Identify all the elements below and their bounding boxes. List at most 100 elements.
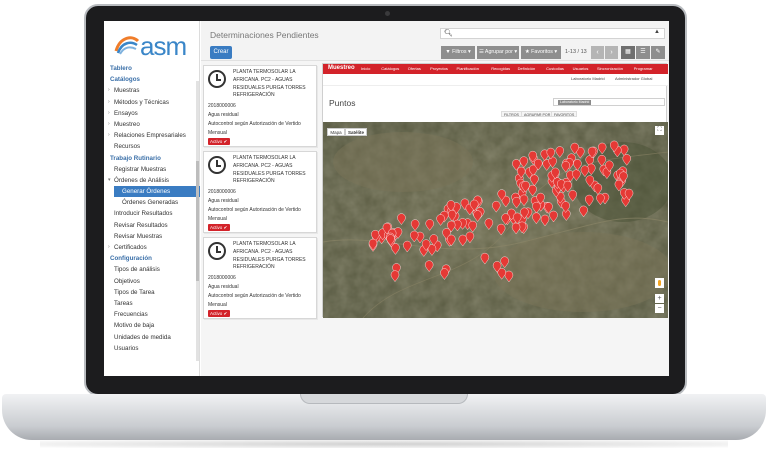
sidebar-item-label: Generar Órdenes — [122, 188, 171, 196]
filter-icon: ▼ — [445, 49, 451, 55]
sidebar-item[interactable]: Frecuencias — [104, 309, 200, 320]
zoom-in-button[interactable]: + — [655, 294, 664, 303]
map-tab-map[interactable]: Mapa — [327, 128, 345, 136]
search-facet-chip[interactable]: Laboratorio Madrid — [558, 100, 592, 105]
group-by-label: Agrupar por — [484, 49, 513, 55]
clock-icon — [208, 242, 226, 260]
fullscreen-icon[interactable]: ⛶ — [655, 126, 664, 135]
sidebar-item-label: Configuración — [110, 255, 152, 263]
sidebar-item-label: Tipos de análisis — [114, 266, 160, 274]
search-input[interactable] — [440, 28, 665, 39]
app-brand: Muestreo — [328, 65, 355, 71]
sidebar-item-label: Órdenes de Análisis — [114, 176, 170, 184]
sidebar-item-label: Revisar Muestras — [114, 232, 163, 240]
sidebar: asm Tablero Catálogos › Muestras › Métodos y … — [104, 21, 200, 376]
status-badge[interactable]: Activo ✔ — [208, 224, 230, 231]
sidebar-item[interactable]: Catálogos — [104, 74, 200, 85]
sidebar-item[interactable]: Registrar Muestras — [104, 164, 200, 175]
sidebar-scrollbar[interactable] — [196, 81, 199, 361]
map-tab-satellite[interactable]: Satélite — [345, 128, 367, 136]
app-menu-item[interactable]: Proyectos — [430, 66, 448, 71]
create-button[interactable]: Crear — [210, 46, 232, 59]
kanban-view-button[interactable]: ▦ — [621, 46, 635, 59]
sidebar-item-label: Certificados — [114, 244, 147, 251]
sidebar-item[interactable]: Tareas — [104, 298, 200, 309]
sidebar-item[interactable]: › Relaciones Empresariales — [104, 130, 200, 141]
sidebar-item[interactable]: Tablero — [104, 63, 200, 74]
sidebar-item[interactable]: Tipos de análisis — [104, 264, 200, 275]
sidebar-item[interactable]: ▾ Órdenes de Análisis — [104, 175, 200, 186]
app-menu-item[interactable]: Usuarios — [573, 66, 589, 71]
filters-label: Filtros — [452, 49, 467, 55]
company-selector[interactable]: Laboratorio Madrid — [571, 76, 605, 81]
chevron-down-icon: ▾ — [108, 176, 111, 183]
form-view-button[interactable]: ✎ — [651, 46, 665, 59]
clock-icon — [208, 70, 226, 88]
card-title: PLANTA TERMOSOLAR LA AFRICANA. PC2 - AGU… — [233, 241, 306, 271]
sidebar-item-label: Tareas — [114, 299, 133, 307]
app-menu-item[interactable]: Sincronización — [597, 66, 623, 71]
sidebar-item[interactable]: Revisar Muestras — [104, 231, 200, 242]
chevron-right-icon: › — [108, 98, 110, 105]
user-menu[interactable]: Administrador Global — [615, 76, 652, 81]
sidebar-item[interactable]: Revisar Resultados — [104, 220, 200, 231]
sidebar-item[interactable]: Tipos de Tarea — [104, 287, 200, 298]
sidebar-item[interactable]: Motivo de baja — [104, 320, 200, 331]
sidebar-item[interactable]: Introducir Resultados — [104, 208, 200, 219]
sidebar-item[interactable]: Recursos — [104, 141, 200, 152]
scrollbar-thumb[interactable] — [196, 161, 199, 281]
status-badge[interactable]: Activo ✔ — [208, 310, 230, 317]
sidebar-item-label: Motivo de baja — [114, 322, 155, 330]
card-frequency: Mensual — [208, 302, 227, 308]
favorites-button[interactable]: ★ Favoritos ▾ — [521, 46, 561, 59]
pager-prev-button[interactable]: ‹ — [591, 46, 604, 59]
map-canvas[interactable] — [323, 122, 668, 318]
app-menu-item[interactable]: Ofertas — [408, 66, 421, 71]
satellite-map[interactable]: Mapa Satélite ⛶ + − — [323, 122, 668, 318]
sidebar-item[interactable]: › Muestras — [104, 85, 200, 96]
inner-group-by-button[interactable]: AGRUPAR POR — [521, 111, 554, 117]
app-menu-item[interactable]: Inicio — [361, 66, 370, 71]
group-icon: ☰ — [478, 49, 484, 55]
sidebar-item[interactable]: Objetivos — [104, 276, 200, 287]
sidebar-item[interactable]: › Certificados — [104, 242, 200, 253]
filters-button[interactable]: ▼ Filtros ▾ — [441, 46, 475, 59]
kanban-card[interactable]: PLANTA TERMOSOLAR LA AFRICANA. PC2 - AGU… — [203, 237, 317, 319]
control-panel: Determinaciones Pendientes 🔍︎ ▲ Crear ▼ … — [201, 21, 669, 61]
street-view-icon[interactable] — [655, 278, 664, 288]
pager-next-button[interactable]: › — [605, 46, 618, 59]
logo-text: asm — [140, 31, 187, 61]
app-menu-item[interactable]: Definición — [518, 66, 536, 71]
list-view-button[interactable]: ☰ — [636, 46, 650, 59]
sidebar-item[interactable]: Órdenes Generadas — [104, 197, 200, 208]
app-menu-item[interactable]: Programar — [634, 66, 653, 71]
card-title: PLANTA TERMOSOLAR LA AFRICANA. PC2 - AGU… — [233, 69, 306, 99]
inner-favorites-button[interactable]: FAVORITOS — [551, 111, 578, 117]
sidebar-item[interactable]: › Muestreo — [104, 119, 200, 130]
sidebar-item[interactable]: Generar Órdenes — [114, 186, 200, 198]
app-menu-item[interactable]: Planificación — [457, 66, 479, 71]
sidebar-item-label: Registrar Muestras — [114, 165, 167, 173]
main-panel: Determinaciones Pendientes 🔍︎ ▲ Crear ▼ … — [201, 21, 669, 376]
sidebar-item[interactable]: Unidades de medida — [104, 332, 200, 343]
app-menu-item[interactable]: Catálogos — [381, 66, 399, 71]
app-menu-item[interactable]: Custodias — [546, 66, 564, 71]
status-badge[interactable]: Activo ✔ — [208, 138, 230, 145]
app-user-bar: Laboratorio Madrid Administrador Global — [323, 74, 668, 86]
group-by-button[interactable]: ☰ Agrupar por ▾ — [477, 46, 519, 59]
kanban-card[interactable]: PLANTA TERMOSOLAR LA AFRICANA. PC2 - AGU… — [203, 151, 317, 233]
sidebar-item[interactable]: Configuración — [104, 253, 200, 264]
inner-filters-button[interactable]: FILTROS — [501, 111, 522, 117]
sidebar-item[interactable]: Trabajo Rutinario — [104, 153, 200, 164]
app-menu-item[interactable]: Recogidas — [491, 66, 510, 71]
sidebar-item-label: Catálogos — [110, 76, 140, 84]
sidebar-item[interactable]: › Métodos y Técnicas — [104, 97, 200, 108]
sidebar-item[interactable]: › Ensayos — [104, 108, 200, 119]
kanban-card[interactable]: PLANTA TERMOSOLAR LA AFRICANA. PC2 - AGU… — [203, 65, 317, 147]
inner-search-input[interactable]: Laboratorio Madrid — [553, 98, 665, 106]
sidebar-item[interactable]: Usuarios — [104, 343, 200, 354]
search-dropdown-icon[interactable]: ▲ — [654, 29, 660, 35]
zoom-out-button[interactable]: − — [655, 304, 664, 313]
pager-value: 1-13 / 13 — [565, 49, 587, 55]
laptop-shadow — [40, 440, 728, 448]
